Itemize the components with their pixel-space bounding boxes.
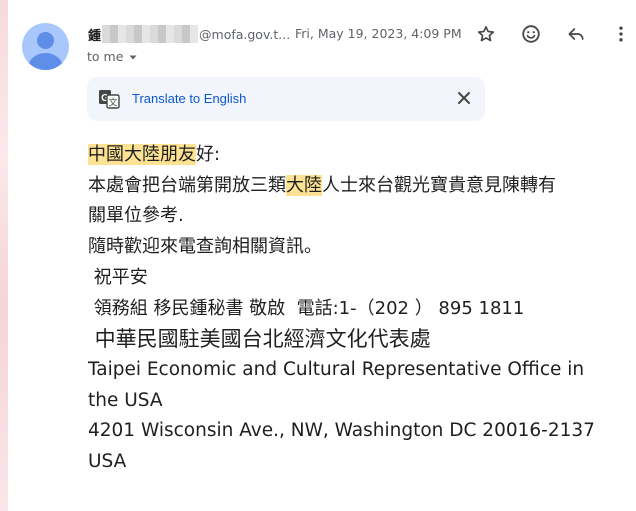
body-line-greeting: 中國大陸朋友好: [88,140,628,171]
recipient-dropdown[interactable]: to me [87,49,139,64]
body-line-signature: 領務組 移民鍾秘書 敬啟 電話:1-（202 ） 895 1811 [88,297,525,319]
body-line-2: 本處會把台端第開放三類大陸人士來台觀光寶貴意見陳轉有 [88,171,628,202]
translate-link[interactable]: Translate to English [132,91,246,106]
greeting-rest: 好: [196,144,221,165]
recipient-label: to me [87,49,124,64]
body-line-3: 關單位參考. [88,205,184,227]
body-line-4: 隨時歡迎來電查詢相關資訊。 [88,236,322,258]
office-address: 4201 Wisconsin Ave., NW, Washington DC 2… [88,420,595,473]
sender-avatar[interactable] [22,23,69,70]
email-body: 中國大陸朋友好: 本處會把台端第開放三類大陸人士來台觀光寶貴意見陳轉有 關單位參… [88,140,628,478]
sender-name[interactable]: 鍾 [88,25,101,44]
office-name-chinese: 中華民國駐美國台北經濟文化代表處 [88,327,431,352]
star-button[interactable] [473,21,499,47]
left-decorative-strip [0,0,8,511]
redacted-block [102,25,199,43]
body-text-segment: 人士來台觀光寶貴意見陳轉有 [322,174,556,196]
sender-line: 鍾 @mofa.gov.t... [88,24,290,44]
highlighted-text: 大陸 [286,174,322,196]
body-text-segment: 本處會把台端第開放三類 [88,174,286,196]
more-options-button[interactable] [608,21,634,47]
sender-email[interactable]: @mofa.gov.t... [199,27,290,42]
svg-text:文: 文 [108,97,117,109]
translate-bar: G 文 Translate to English [87,77,485,121]
more-vert-icon [619,26,623,42]
star-icon [477,26,495,42]
close-icon[interactable] [457,91,471,105]
body-line-5: 祝平安 [88,266,148,288]
office-name-english: Taipei Economic and Cultural Representat… [88,358,585,411]
reply-button[interactable] [563,21,589,47]
emoji-icon [522,25,540,43]
chevron-down-icon [129,55,137,59]
email-timestamp: Fri, May 19, 2023, 4:09 PM [295,26,462,41]
highlighted-text: 中國大陸朋友 [88,144,196,165]
avatar-head-shape [37,32,54,49]
add-reaction-button[interactable] [518,21,544,47]
reply-icon [568,28,584,40]
translate-icon: G 文 [99,90,120,109]
avatar-body-shape [28,53,63,70]
